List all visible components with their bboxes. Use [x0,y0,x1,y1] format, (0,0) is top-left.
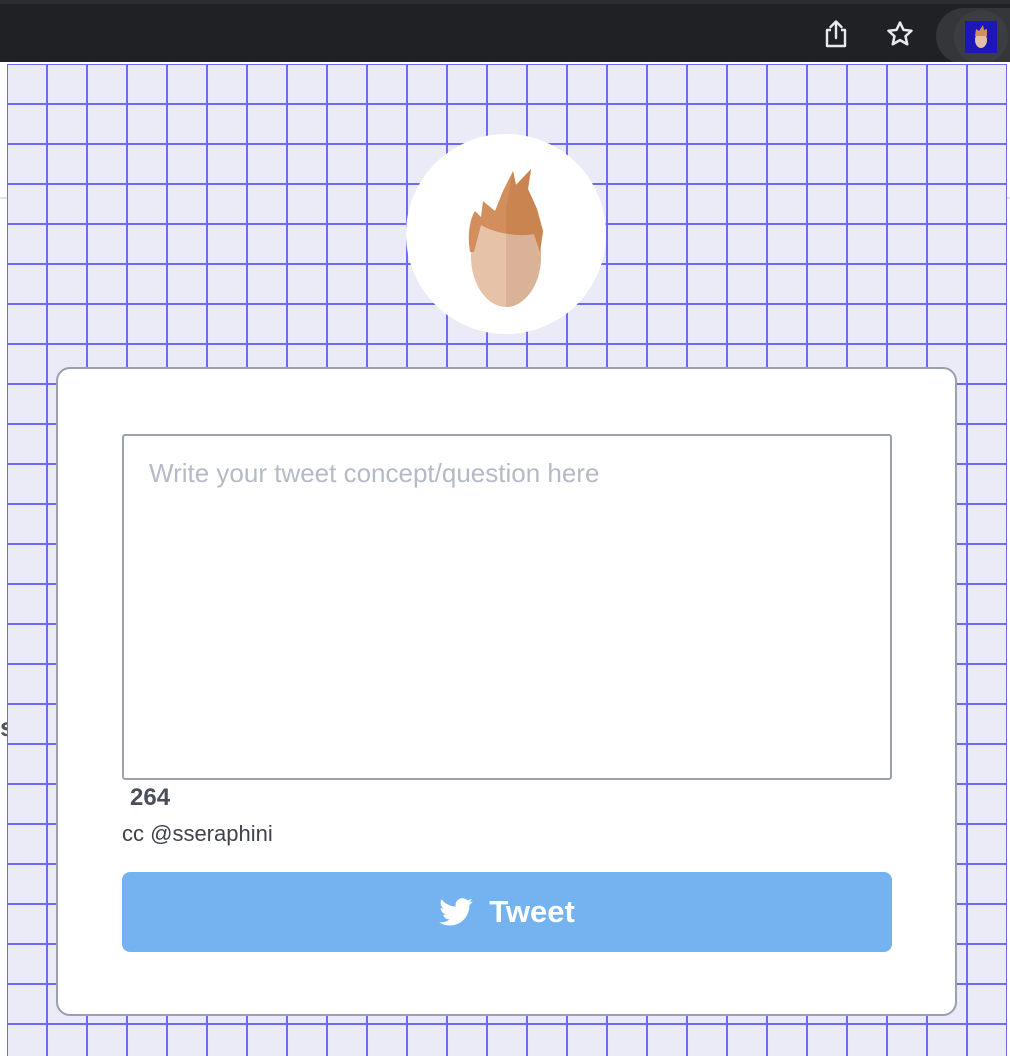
star-icon [887,21,913,46]
tweet-card: 264 cc @sseraphini Tweet [56,367,957,1016]
extension-avatar-icon [965,21,997,53]
browser-toolbar [0,0,1010,64]
share-button[interactable] [818,16,854,52]
tweet-input[interactable] [122,434,892,780]
extension-popup: 264 cc @sseraphini Tweet [7,64,1007,1056]
cc-mention: cc @sseraphini [122,821,273,846]
share-icon [825,20,847,48]
twitter-bird-icon [439,898,473,926]
tweet-button-label: Tweet [489,894,575,929]
tweet-button[interactable]: Tweet [122,872,892,952]
bookmark-button[interactable] [882,16,918,52]
extension-button[interactable] [954,10,1008,64]
character-count: 264 [130,784,171,811]
avatar [406,134,606,334]
avatar-face-icon [468,169,543,307]
